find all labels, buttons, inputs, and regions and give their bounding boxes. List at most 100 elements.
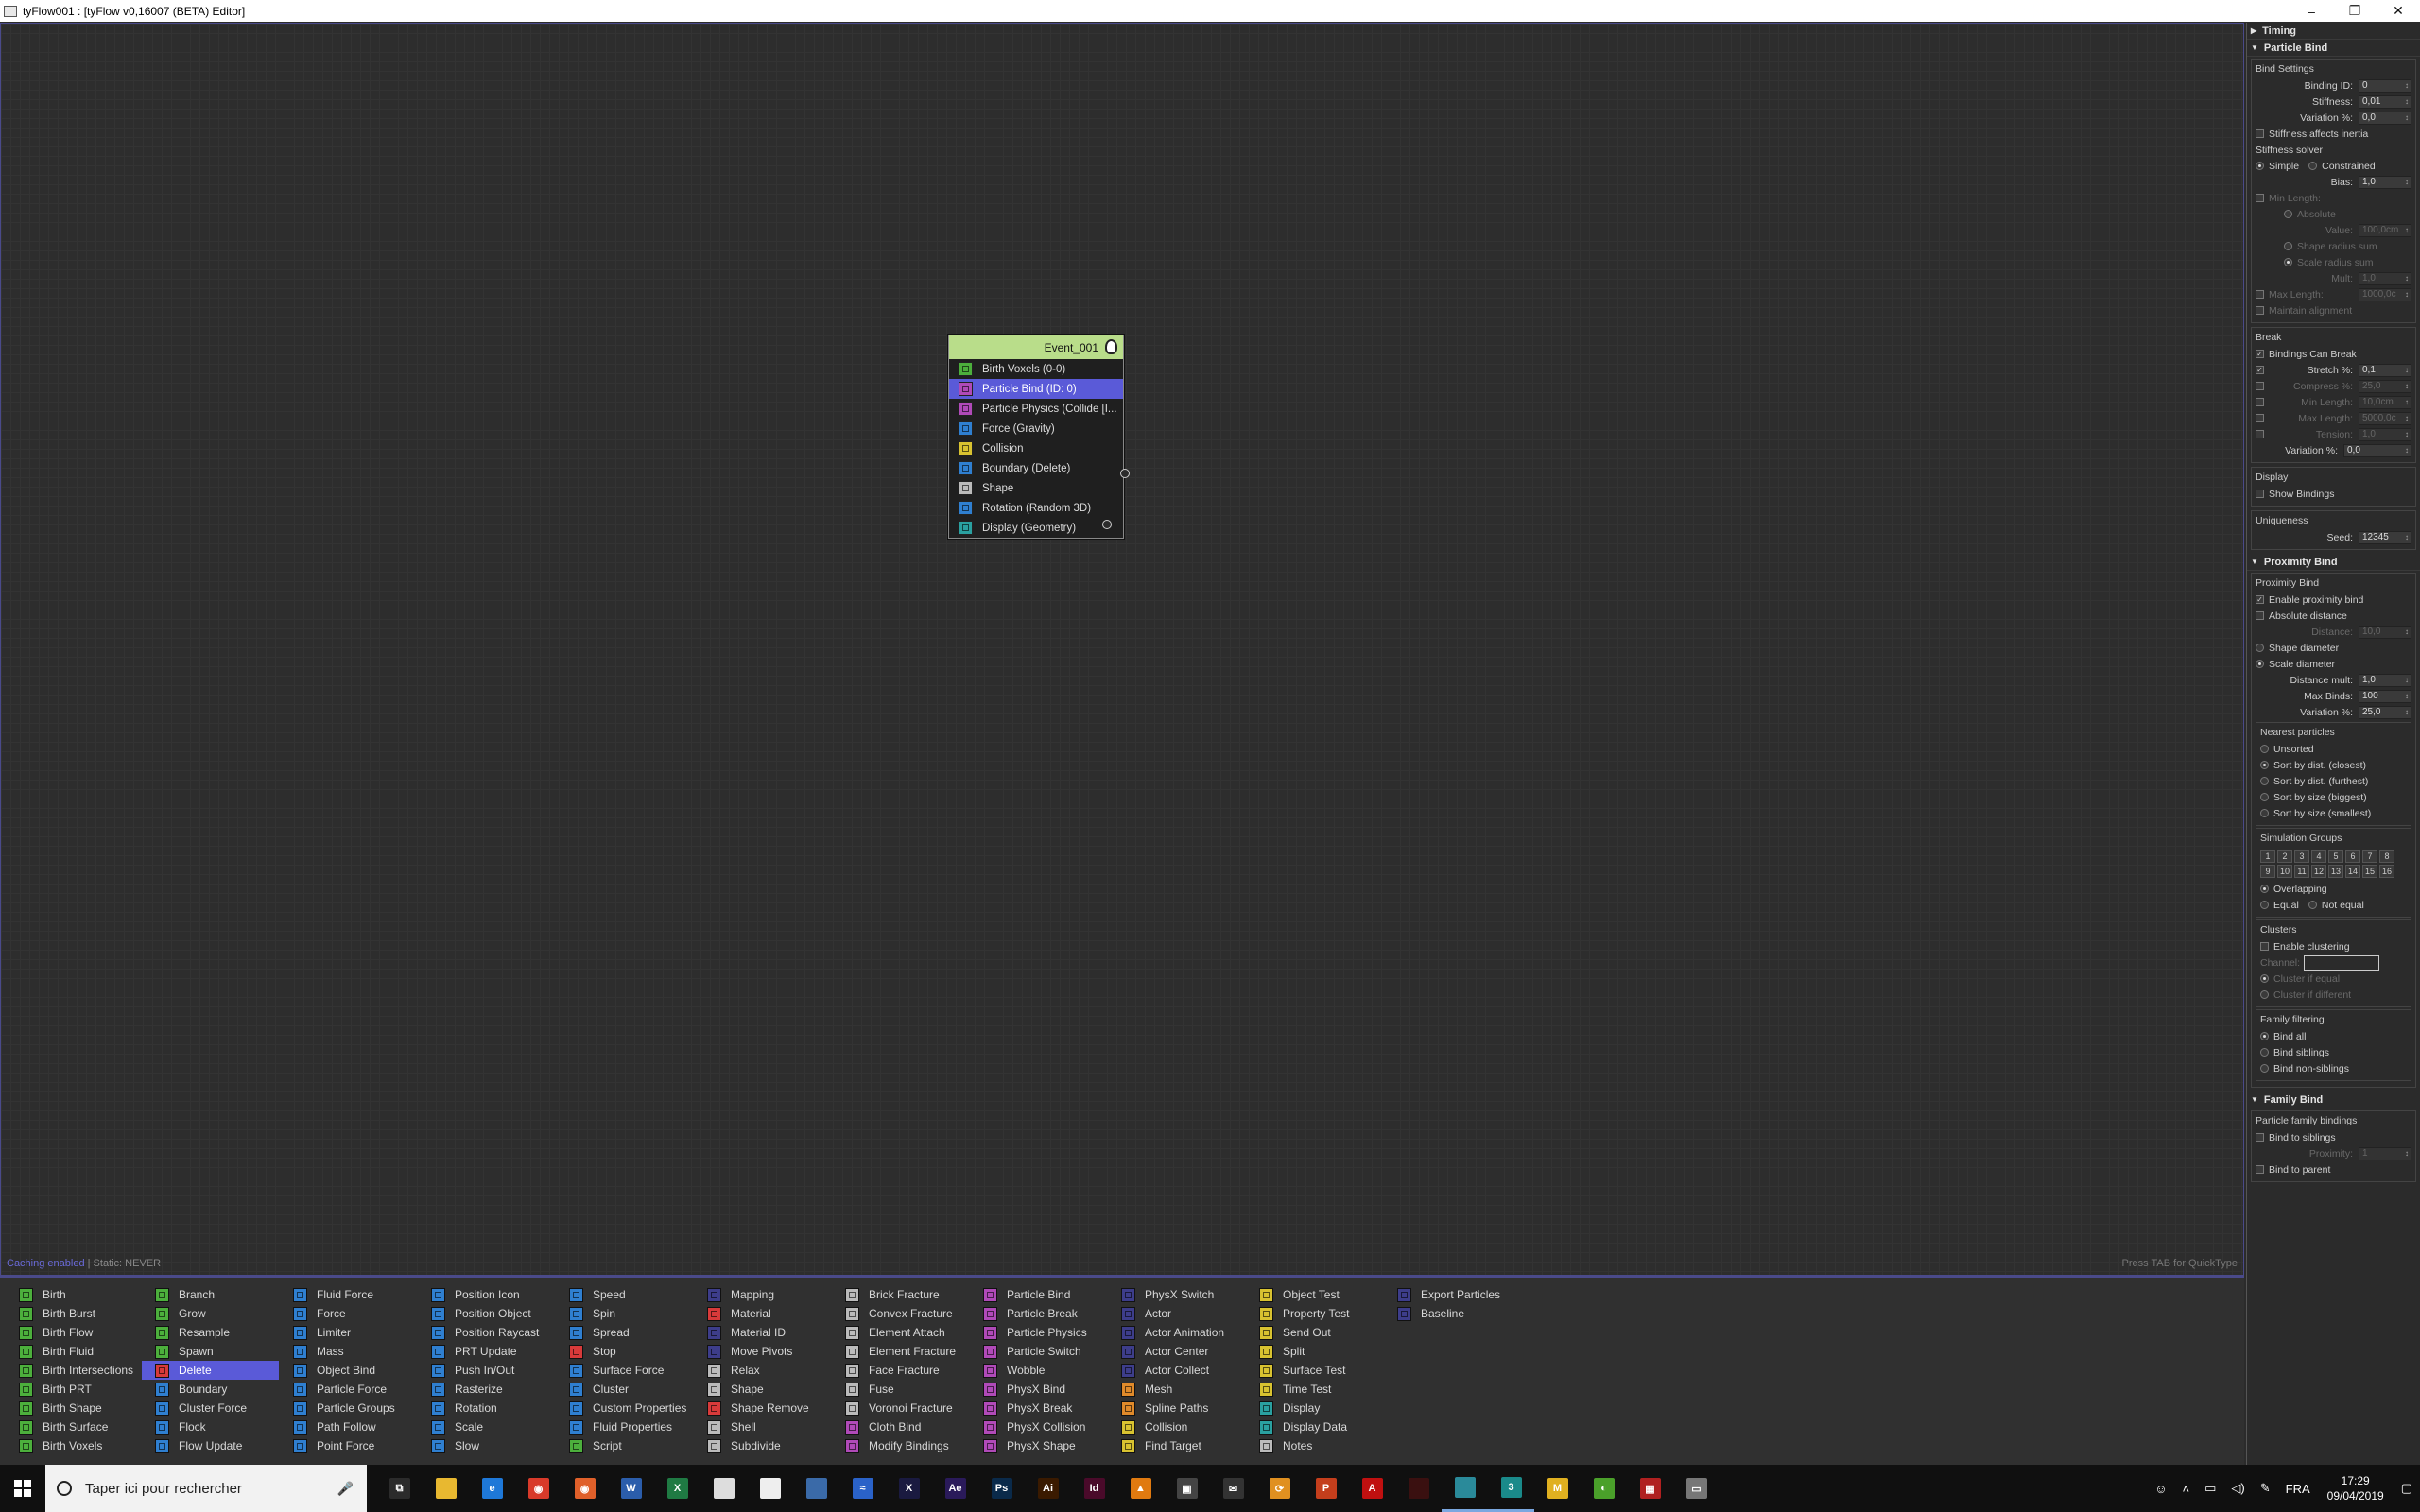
palette-operator[interactable]: Time Test: [1246, 1380, 1383, 1399]
simulation-group-button[interactable]: 4: [2311, 850, 2326, 863]
min-length-checkbox[interactable]: [2256, 194, 2264, 202]
drive-app[interactable]: ▭: [1673, 1465, 1720, 1512]
rollout-particle-bind[interactable]: ▼ Particle Bind: [2247, 40, 2420, 57]
sort-closest-radio[interactable]: [2260, 761, 2269, 769]
simulation-group-button[interactable]: 5: [2328, 850, 2343, 863]
palette-operator[interactable]: Face Fracture: [832, 1361, 969, 1380]
show-bindings-checkbox[interactable]: [2256, 490, 2264, 498]
simple-radio[interactable]: [2256, 162, 2264, 170]
tension-spinner[interactable]: 1,0: [2359, 427, 2411, 441]
palette-operator[interactable]: Slow: [418, 1436, 555, 1455]
palette-operator[interactable]: Element Fracture: [832, 1342, 969, 1361]
3dsmax-app[interactable]: 3: [1488, 1465, 1534, 1512]
lightbulb-icon[interactable]: [1105, 339, 1117, 354]
illustrator-app[interactable]: Ai: [1025, 1465, 1071, 1512]
palette-operator[interactable]: Rotation: [418, 1399, 555, 1418]
task-view-app[interactable]: ⧉: [376, 1465, 423, 1512]
simulation-group-button[interactable]: 10: [2277, 865, 2292, 878]
rollout-family-bind[interactable]: ▼ Family Bind: [2247, 1091, 2420, 1108]
volume-icon[interactable]: ◁): [2231, 1481, 2244, 1496]
after-effects-app[interactable]: Ae: [932, 1465, 978, 1512]
palette-operator[interactable]: Particle Break: [970, 1304, 1107, 1323]
palette-operator[interactable]: Actor: [1108, 1304, 1245, 1323]
tension-checkbox[interactable]: [2256, 430, 2264, 438]
document-app[interactable]: [747, 1465, 793, 1512]
scale-diameter-radio[interactable]: [2256, 660, 2264, 668]
palette-operator[interactable]: Speed: [556, 1285, 693, 1304]
firefox-app[interactable]: ◉: [562, 1465, 608, 1512]
mail-app[interactable]: ✉: [1210, 1465, 1256, 1512]
photos-app[interactable]: ▣: [1164, 1465, 1210, 1512]
palette-operator[interactable]: Object Bind: [280, 1361, 417, 1380]
palette-operator[interactable]: Branch: [142, 1285, 279, 1304]
palette-operator[interactable]: Split: [1246, 1342, 1383, 1361]
absolute-radio[interactable]: [2284, 210, 2292, 218]
palette-operator[interactable]: Modify Bindings: [832, 1436, 969, 1455]
palette-operator[interactable]: Subdivide: [694, 1436, 831, 1455]
palette-operator[interactable]: Flock: [142, 1418, 279, 1436]
palette-operator[interactable]: Force: [280, 1304, 417, 1323]
palette-operator[interactable]: Birth Voxels: [6, 1436, 143, 1455]
tool-app[interactable]: [793, 1465, 839, 1512]
simulation-group-button[interactable]: 14: [2345, 865, 2360, 878]
stretch-checkbox[interactable]: ✓: [2256, 366, 2264, 374]
palette-operator[interactable]: Spread: [556, 1323, 693, 1342]
palette-operator[interactable]: Birth Intersections: [6, 1361, 143, 1380]
palette-operator[interactable]: Display: [1246, 1399, 1383, 1418]
palette-operator[interactable]: Push In/Out: [418, 1361, 555, 1380]
palette-operator[interactable]: Convex Fracture: [832, 1304, 969, 1323]
palette-operator[interactable]: Material ID: [694, 1323, 831, 1342]
palette-operator[interactable]: Spin: [556, 1304, 693, 1323]
palette-operator[interactable]: PRT Update: [418, 1342, 555, 1361]
palette-operator[interactable]: PhysX Collision: [970, 1418, 1107, 1436]
palette-operator[interactable]: Position Object: [418, 1304, 555, 1323]
max-length-checkbox[interactable]: [2256, 290, 2264, 299]
minimize-button[interactable]: –: [2290, 0, 2333, 22]
proximity-spinner[interactable]: 1: [2359, 1146, 2411, 1160]
palette-operator[interactable]: Shell: [694, 1418, 831, 1436]
clock[interactable]: 17:29 09/04/2019: [2327, 1473, 2384, 1503]
sort-biggest-radio[interactable]: [2260, 793, 2269, 801]
m-app[interactable]: M: [1534, 1465, 1581, 1512]
microphone-icon[interactable]: 🎤: [337, 1481, 354, 1497]
powerpoint-app[interactable]: P: [1303, 1465, 1349, 1512]
constrained-radio[interactable]: [2308, 162, 2318, 170]
palette-operator[interactable]: Scale: [418, 1418, 555, 1436]
value-spinner[interactable]: 100,0cm: [2359, 223, 2411, 237]
simulation-group-button[interactable]: 2: [2277, 850, 2292, 863]
palette-operator[interactable]: Birth Burst: [6, 1304, 143, 1323]
operator-row[interactable]: Birth Voxels (0-0): [949, 359, 1123, 379]
sync-app[interactable]: ⟳: [1256, 1465, 1303, 1512]
palette-operator[interactable]: Object Test: [1246, 1285, 1383, 1304]
distance-mult-spinner[interactable]: 1,0: [2359, 673, 2411, 687]
palette-operator[interactable]: Birth PRT: [6, 1380, 143, 1399]
min-length-break-checkbox[interactable]: [2256, 398, 2264, 406]
palette-operator[interactable]: Mass: [280, 1342, 417, 1361]
palette-operator[interactable]: Find Target: [1108, 1436, 1245, 1455]
max-length-break-spinner[interactable]: 5000,0c: [2359, 411, 2411, 425]
palette-operator[interactable]: Position Icon: [418, 1285, 555, 1304]
close-button[interactable]: ✕: [2377, 0, 2420, 22]
simulation-group-button[interactable]: 9: [2260, 865, 2275, 878]
stretch-spinner[interactable]: 0,1: [2359, 363, 2411, 377]
excel-app[interactable]: X: [654, 1465, 700, 1512]
chevron-up-icon[interactable]: ˄: [2183, 1482, 2190, 1496]
simulation-group-button[interactable]: 12: [2311, 865, 2326, 878]
overlapping-radio[interactable]: [2260, 885, 2269, 893]
scale-radius-radio[interactable]: [2284, 258, 2292, 266]
palette-operator[interactable]: Voronoi Fracture: [832, 1399, 969, 1418]
palette-operator[interactable]: Delete: [142, 1361, 279, 1380]
vlc-app[interactable]: ▲: [1117, 1465, 1164, 1512]
palette-operator[interactable]: Element Attach: [832, 1323, 969, 1342]
palette-operator[interactable]: Particle Bind: [970, 1285, 1107, 1304]
simulation-group-button[interactable]: 1: [2260, 850, 2275, 863]
file-explorer-app[interactable]: [423, 1465, 469, 1512]
edge-app[interactable]: e: [469, 1465, 515, 1512]
blue-app[interactable]: ≈: [839, 1465, 886, 1512]
bind-siblings-radio[interactable]: [2260, 1048, 2269, 1057]
maintain-alignment-checkbox[interactable]: [2256, 306, 2264, 315]
simulation-group-button[interactable]: 8: [2379, 850, 2394, 863]
palette-operator[interactable]: Fluid Properties: [556, 1418, 693, 1436]
red-app[interactable]: ▦: [1627, 1465, 1673, 1512]
cluster-different-radio[interactable]: [2260, 990, 2269, 999]
